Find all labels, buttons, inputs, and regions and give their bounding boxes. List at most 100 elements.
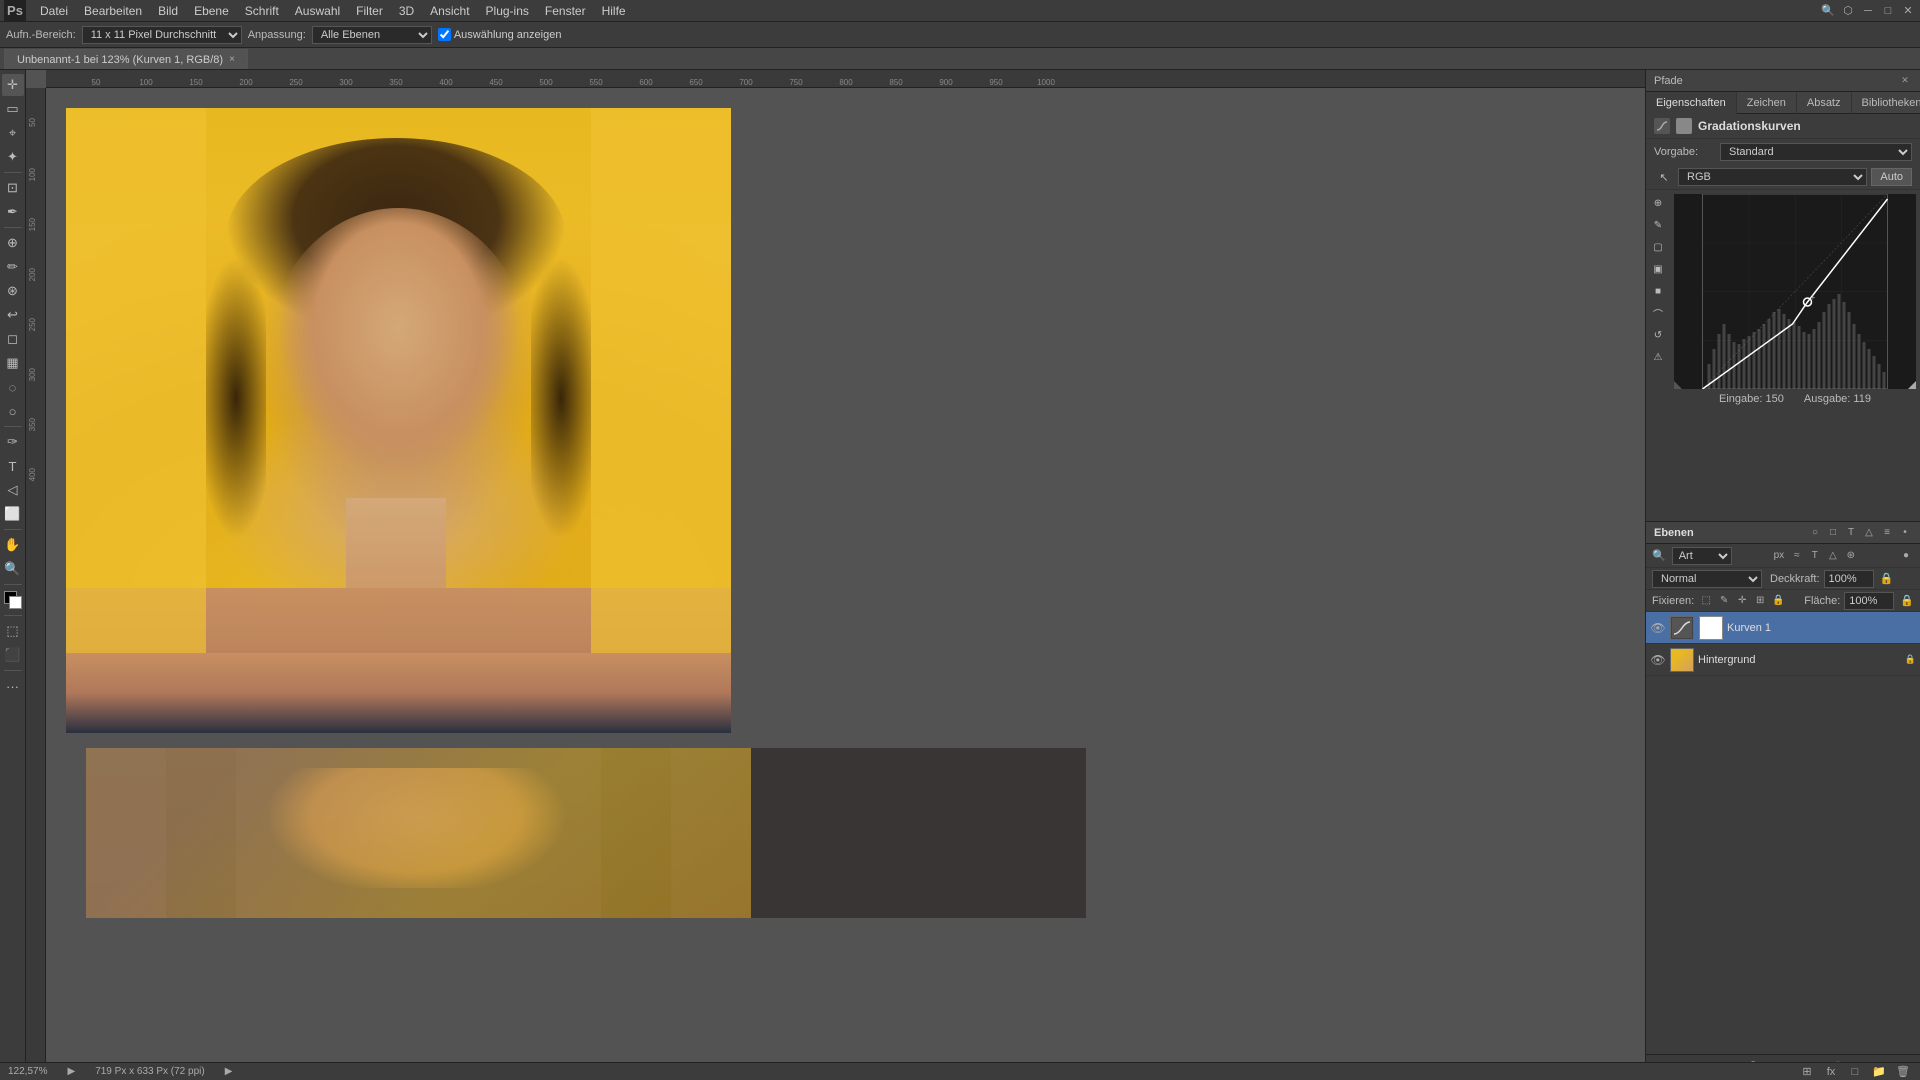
hand-tool[interactable]: ✋ — [2, 534, 24, 556]
flaeche-input[interactable] — [1844, 592, 1894, 610]
tab-close[interactable]: × — [229, 54, 235, 65]
menu-plugins[interactable]: Plug-ins — [478, 2, 537, 20]
healing-tool[interactable]: ⊕ — [2, 232, 24, 254]
status-fx-icon[interactable]: fx — [1822, 1063, 1840, 1080]
text-tool[interactable]: T — [2, 455, 24, 477]
layers-filter-select[interactable]: Art — [1672, 547, 1732, 565]
filter-smart-icon[interactable]: ⊛ — [1843, 548, 1859, 564]
curves-warning[interactable]: ⚠ — [1649, 348, 1667, 366]
canvas-container[interactable] — [46, 88, 1645, 1080]
selection-tool[interactable]: ▭ — [2, 98, 24, 120]
layer-visibility[interactable]: 👁 — [1650, 620, 1666, 636]
filter-adj-icon[interactable]: ≈ — [1789, 548, 1805, 564]
curves-hand-tool[interactable]: ⊕ — [1649, 194, 1667, 212]
layer-visibility[interactable]: 👁 — [1650, 652, 1666, 668]
menu-filter[interactable]: Filter — [348, 2, 391, 20]
layers-create-icon[interactable]: □ — [1826, 526, 1840, 540]
layers-options-icon[interactable]: ○ — [1808, 526, 1822, 540]
curves-pencil-tool[interactable]: ✎ — [1649, 216, 1667, 234]
more-tools[interactable]: ··· — [2, 675, 24, 697]
menu-ebene[interactable]: Ebene — [186, 2, 237, 20]
curves-eyedrop-light[interactable]: ▢ — [1649, 238, 1667, 256]
eyedropper-tool[interactable]: ✒ — [2, 201, 24, 223]
opacity-input[interactable] — [1824, 570, 1874, 588]
layers-shape-icon[interactable]: △ — [1862, 526, 1876, 540]
zoom-tool[interactable]: 🔍 — [2, 558, 24, 580]
filter-px-icon[interactable]: px — [1771, 548, 1787, 564]
layer-item[interactable]: 👁 Hintergrund 🔒 — [1646, 644, 1920, 676]
shape-tool[interactable]: ⬜ — [2, 503, 24, 525]
channel-select[interactable]: RGB R G B — [1678, 168, 1867, 186]
pfade-close-icon[interactable]: ✕ — [1898, 74, 1912, 88]
menu-bild[interactable]: Bild — [150, 2, 186, 20]
menu-hilfe[interactable]: Hilfe — [594, 2, 634, 20]
tab-bibliotheken[interactable]: Bibliotheken — [1852, 92, 1920, 114]
tab-eigenschaften[interactable]: Eigenschaften — [1646, 92, 1737, 114]
path-select-tool[interactable]: ◁ — [2, 479, 24, 501]
status-art-board-icon[interactable]: ⊞ — [1798, 1063, 1816, 1080]
blur-tool[interactable]: ◌ — [2, 376, 24, 398]
auto-button[interactable]: Auto — [1871, 168, 1912, 186]
status-new-layer-icon[interactable]: □ — [1846, 1063, 1864, 1080]
curve-pointer-tool[interactable]: ↖ — [1654, 167, 1674, 187]
fix-transparent-icon[interactable]: ⬚ — [1698, 593, 1714, 609]
anpassung-select[interactable]: Alle Ebenen — [312, 26, 432, 44]
menu-3d[interactable]: 3D — [391, 2, 422, 20]
active-tab[interactable]: Unbenannt-1 bei 123% (Kurven 1, RGB/8) × — [4, 49, 248, 69]
crop-tool[interactable]: ⊡ — [2, 177, 24, 199]
color-box[interactable] — [4, 591, 22, 609]
curves-smooth[interactable]: ⌒ — [1649, 304, 1667, 322]
fix-artboard-icon[interactable]: ⊞ — [1752, 593, 1768, 609]
fix-brush-icon[interactable]: ✎ — [1716, 593, 1732, 609]
pen-tool[interactable]: ✑ — [2, 431, 24, 453]
eraser-tool[interactable]: ◻ — [2, 328, 24, 350]
curves-eyedrop-dark[interactable]: ■ — [1649, 282, 1667, 300]
maximize-icon[interactable]: □ — [1880, 3, 1896, 19]
filter-shape-icon[interactable]: △ — [1825, 548, 1841, 564]
tab-absatz[interactable]: Absatz — [1797, 92, 1852, 114]
stamp-tool[interactable]: ⊛ — [2, 280, 24, 302]
magic-wand-tool[interactable]: ✦ — [2, 146, 24, 168]
layer-item[interactable]: 👁 Kurven 1 — [1646, 612, 1920, 644]
curves-graph[interactable]: + — [1674, 194, 1916, 389]
auswahlung-checkbox[interactable] — [438, 28, 451, 41]
menu-auswahl[interactable]: Auswahl — [287, 2, 348, 20]
menu-bearbeiten[interactable]: Bearbeiten — [76, 2, 150, 20]
vorgabe-select[interactable]: Standard — [1720, 143, 1912, 161]
move-tool[interactable]: ✛ — [2, 74, 24, 96]
curves-reset[interactable]: ↺ — [1649, 326, 1667, 344]
close-icon[interactable]: ✕ — [1900, 3, 1916, 19]
layers-adjust-icon[interactable]: ≡ — [1880, 526, 1894, 540]
mask-mode[interactable]: ⬚ — [2, 620, 24, 642]
minimize-icon[interactable]: ─ — [1860, 3, 1876, 19]
curves-eyedrop-mid[interactable]: ▣ — [1649, 260, 1667, 278]
gradient-tool[interactable]: ▦ — [2, 352, 24, 374]
fix-move-icon[interactable]: ✛ — [1734, 593, 1750, 609]
history-brush-tool[interactable]: ↩ — [2, 304, 24, 326]
menu-datei[interactable]: Datei — [32, 2, 76, 20]
filter-toggle[interactable]: ● — [1898, 548, 1914, 564]
screen-mode[interactable]: ⬛ — [2, 644, 24, 666]
fixieren-label: Fixieren: — [1652, 595, 1694, 607]
search-icon[interactable]: 🔍 — [1820, 3, 1836, 19]
fix-icons: ⬚ ✎ ✛ ⊞ 🔒 — [1698, 593, 1786, 609]
brush-tool[interactable]: ✏ — [2, 256, 24, 278]
fix-all-icon[interactable]: 🔒 — [1770, 593, 1786, 609]
auswahlung-checkbox-wrap[interactable]: Auswählung anzeigen — [438, 28, 562, 41]
tool-size-select[interactable]: 11 x 11 Pixel Durchschnitt — [82, 26, 242, 44]
ruler-v-mark: 50 — [28, 118, 37, 127]
background-color[interactable] — [9, 596, 22, 609]
menu-schrift[interactable]: Schrift — [237, 2, 287, 20]
status-trash-icon[interactable]: 🗑 — [1894, 1063, 1912, 1080]
dodge-tool[interactable]: ○ — [2, 400, 24, 422]
lasso-tool[interactable]: ⌖ — [2, 122, 24, 144]
layers-text-icon[interactable]: T — [1844, 526, 1858, 540]
workspace-icon[interactable]: ⬡ — [1840, 3, 1856, 19]
layers-menu-icon[interactable]: • — [1898, 526, 1912, 540]
tab-zeichen[interactable]: Zeichen — [1737, 92, 1797, 114]
status-folder-icon[interactable]: 📁 — [1870, 1063, 1888, 1080]
menu-ansicht[interactable]: Ansicht — [422, 2, 477, 20]
blend-mode-select[interactable]: Normal Aufhellen Abdunkeln Multipliziere… — [1652, 570, 1762, 588]
menu-fenster[interactable]: Fenster — [537, 2, 594, 20]
filter-type-icon[interactable]: T — [1807, 548, 1823, 564]
